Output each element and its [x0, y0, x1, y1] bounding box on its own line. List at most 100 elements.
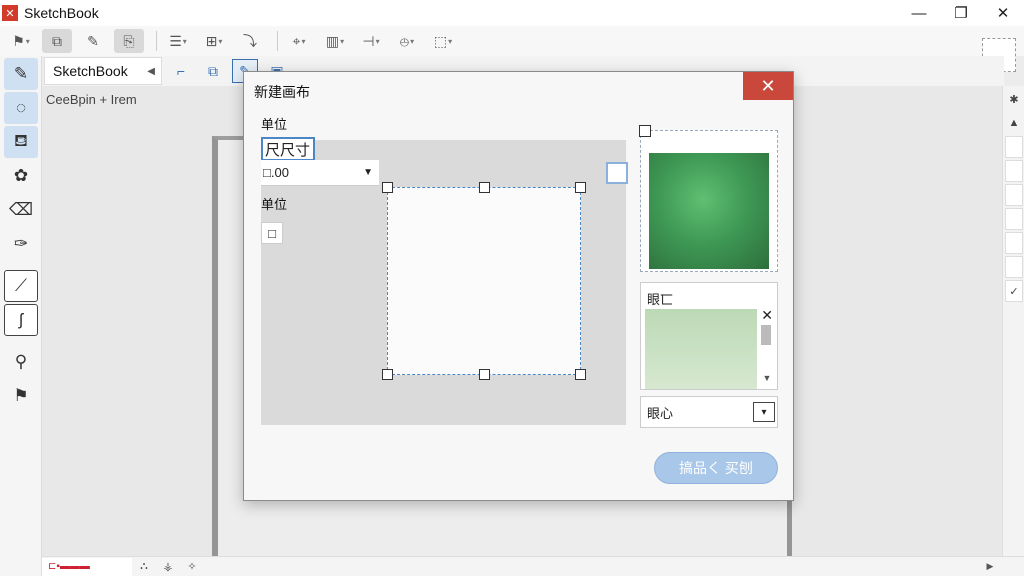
main-toolbar: ⚑ ▾ ⧉ ✎ ⎘ ☰ ▾ ⊞ ▾ ⤵ ⌖ ▾ ▥ ▾ ⊣ ▾ ⦺ ▾ ⬚ ▾	[0, 26, 1024, 56]
resize-handle-bl[interactable]	[382, 369, 393, 380]
resize-handle-bottom[interactable]	[479, 369, 490, 380]
chevron-down-icon[interactable]: ▾	[448, 37, 452, 46]
bottom-tab[interactable]: ⊏▪▬▬▬	[42, 557, 132, 576]
properties-preview	[645, 309, 757, 389]
bottom-bar: ⊏▪▬▬▬ ⛬ ⚶ ✧ ▶	[42, 556, 1024, 576]
scroll-right-icon[interactable]: ▶	[980, 561, 1000, 572]
eraser-tool[interactable]: ⌫	[4, 194, 38, 226]
brush-tool[interactable]: ✿	[4, 160, 38, 192]
preview-anchor-handle[interactable]	[606, 162, 628, 184]
ruler-tool-button[interactable]: ▥ ▾	[320, 29, 350, 53]
guide-tool-icon: ⤵	[243, 33, 257, 49]
right-rail-button[interactable]: ✓	[1005, 280, 1023, 302]
right-rail-button[interactable]	[1005, 208, 1023, 230]
transform-tool-button[interactable]: ⊞ ▾	[199, 29, 229, 53]
transform-tool-icon: ⊞	[205, 32, 218, 49]
color-tool-button[interactable]: ✎	[78, 29, 108, 53]
color-swatch-frame[interactable]	[639, 125, 778, 272]
predict-tool-icon: ⬚	[433, 32, 448, 49]
maximize-button[interactable]: ❐	[940, 0, 982, 26]
resize-handle-br[interactable]	[575, 369, 586, 380]
tab-collapse-icon[interactable]: ◀	[147, 66, 155, 77]
sparkle-icon[interactable]: ✧	[180, 560, 204, 573]
chevron-down-icon[interactable]: ▾	[410, 37, 414, 46]
chevron-down-icon[interactable]: ▾	[753, 402, 775, 422]
color-handle[interactable]	[639, 125, 651, 137]
rail-gap	[0, 262, 41, 268]
curve-tool[interactable]: ʃ	[4, 304, 38, 336]
perspective-tool-icon: ⌖	[292, 32, 301, 49]
right-rail-button[interactable]	[1005, 256, 1023, 278]
right-rail-button[interactable]: ▲	[1005, 112, 1023, 134]
perspective-tool-button[interactable]: ⌖ ▾	[284, 29, 314, 53]
right-rail-button[interactable]	[1005, 184, 1023, 206]
predict-tool-button[interactable]: ⬚ ▾	[428, 29, 458, 53]
figure-icon[interactable]: ⚶	[156, 560, 180, 573]
resize-handle-tr[interactable]	[575, 182, 586, 193]
title-bar: ✕ SketchBook — ❐ ✕	[0, 0, 1024, 26]
chevron-down-icon[interactable]: ▾	[218, 37, 222, 46]
flag-tool[interactable]: ⚑	[4, 380, 38, 412]
lasso-tool[interactable]: ◌	[4, 92, 38, 124]
snap-tool-button[interactable]: ⦺ ▾	[392, 29, 422, 53]
layer-tool-button[interactable]: ⧉	[200, 59, 226, 83]
unit-checkbox[interactable]: □	[261, 222, 283, 244]
chevron-down-icon[interactable]: ▾	[183, 37, 187, 46]
mode-select-label: 眼心	[647, 405, 674, 421]
pencil-tool[interactable]: ✎	[4, 58, 38, 90]
right-rail-button[interactable]	[1005, 136, 1023, 158]
right-rail-button[interactable]	[1005, 160, 1023, 182]
right-rail-button[interactable]: ✱	[1005, 88, 1023, 110]
rail-gap	[0, 338, 41, 344]
scroll-thumb[interactable]	[761, 325, 771, 345]
ruler-tool-icon: ▥	[325, 32, 340, 49]
color-swatch[interactable]	[649, 153, 769, 269]
fill-tool[interactable]: ⛾	[4, 126, 38, 158]
right-rail: ✱ ▲ ✓	[1002, 86, 1024, 556]
properties-scrollbar[interactable]: ▼	[761, 325, 773, 385]
snap-tool-icon: ⦺	[399, 32, 410, 49]
right-rail-button[interactable]	[1005, 232, 1023, 254]
dialog-title: 新建画布	[254, 84, 310, 100]
layers-tool-icon: ⧉	[52, 32, 62, 49]
minimize-button[interactable]: —	[898, 0, 940, 26]
guide-tool-button[interactable]: ⤵	[235, 29, 265, 53]
symmetry-tool-icon: ⊣	[362, 32, 375, 49]
resize-handle-top[interactable]	[479, 182, 490, 193]
size-input[interactable]: 尺尺寸	[261, 137, 315, 161]
crop-tool-button[interactable]: ⌐	[168, 59, 194, 83]
unit-value: □.00	[263, 165, 289, 180]
symmetry-tool-button[interactable]: ⊣ ▾	[356, 29, 386, 53]
canvas-preview[interactable]	[382, 182, 586, 380]
unit-label-2: 单位	[261, 197, 288, 212]
tool-rail: ✎ ◌ ⛾ ✿ ⌫ ✑ ⟋ ʃ ⚲ ⚑	[0, 56, 42, 576]
confirm-button[interactable]: 搞品く 买刨	[654, 452, 778, 484]
stroke-tool[interactable]: ⟋	[4, 270, 38, 302]
mode-select[interactable]: 眼心 ▾	[640, 396, 778, 428]
scroll-down-icon[interactable]: ▼	[761, 373, 773, 383]
flag-tool-icon: ⚑	[12, 32, 25, 49]
flag-tool-button[interactable]: ⚑ ▾	[6, 29, 36, 53]
chevron-down-icon[interactable]: ▾	[376, 37, 380, 46]
layers-tool-button[interactable]: ⧉	[42, 29, 72, 53]
document-tab[interactable]: SketchBook ◀	[44, 57, 162, 85]
close-icon[interactable]: ✕	[761, 307, 773, 324]
align-tool-icon: ☰	[169, 32, 182, 49]
dropper-tool[interactable]: ✑	[4, 228, 38, 260]
unit-label: 单位	[261, 117, 288, 132]
resize-handle-tl[interactable]	[382, 182, 393, 193]
chevron-down-icon[interactable]: ▾	[340, 37, 344, 46]
copy-tool-icon: ⎘	[123, 32, 135, 49]
properties-label: 眼匸	[647, 292, 674, 307]
zoom-tool[interactable]: ⚲	[4, 346, 38, 378]
dialog-close-button[interactable]: ✕	[743, 72, 793, 100]
network-icon[interactable]: ⛬	[132, 560, 156, 573]
chevron-down-icon[interactable]: ▾	[26, 37, 30, 46]
close-window-button[interactable]: ✕	[982, 0, 1024, 26]
align-tool-button[interactable]: ☰ ▾	[163, 29, 193, 53]
color-tool-icon: ✎	[87, 32, 99, 49]
chevron-down-icon[interactable]: ▾	[301, 37, 305, 46]
window-controls: — ❐ ✕	[898, 0, 1024, 26]
copy-tool-button[interactable]: ⎘	[114, 29, 144, 53]
unit-dropdown[interactable]: □.00 ▼	[261, 160, 379, 186]
